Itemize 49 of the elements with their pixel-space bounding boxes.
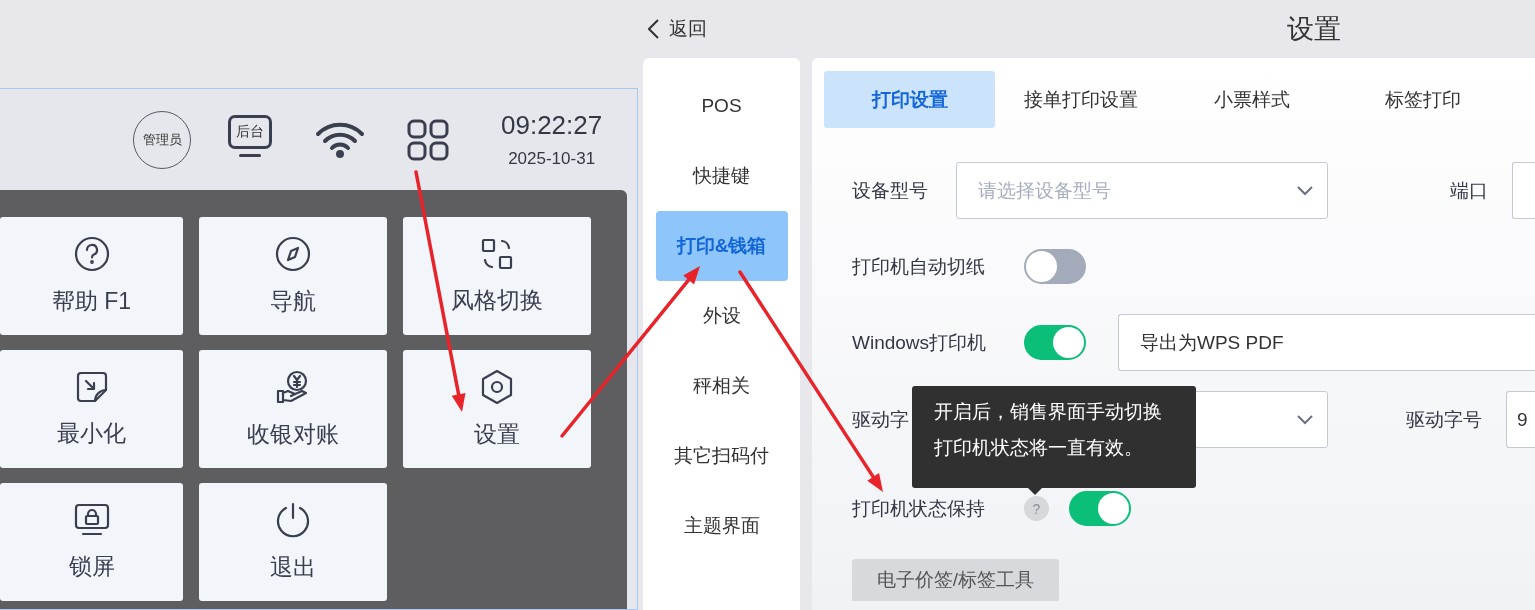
field-label: 端口 bbox=[1450, 178, 1489, 203]
nav-item[interactable]: 秤相关 bbox=[655, 351, 788, 421]
menu-tile[interactable]: 导航 bbox=[199, 217, 387, 335]
menu-tile[interactable]: 锁屏 bbox=[0, 483, 183, 601]
settings-icon bbox=[480, 368, 514, 405]
menu-tile[interactable]: 退出 bbox=[199, 483, 387, 601]
tooltip-pointer-icon bbox=[1028, 488, 1042, 495]
compass-icon bbox=[275, 235, 311, 272]
nav-item[interactable]: 主题界面 bbox=[655, 491, 788, 561]
toggle-switch[interactable] bbox=[1024, 325, 1086, 360]
apps-grid-icon[interactable] bbox=[407, 118, 449, 161]
menu-tile[interactable]: 帮助 F1 bbox=[0, 217, 183, 335]
field-label: 驱动字号 bbox=[1406, 407, 1483, 432]
wifi-icon[interactable] bbox=[315, 121, 365, 158]
clock-date: 2025-10-31 bbox=[508, 149, 596, 169]
lock-screen-icon bbox=[73, 502, 110, 537]
field-label: 驱动字 bbox=[852, 407, 909, 432]
nav-item[interactable]: POS bbox=[655, 71, 788, 141]
chevron-down-icon bbox=[1297, 414, 1313, 425]
power-icon bbox=[275, 501, 311, 538]
toggle-switch[interactable] bbox=[1069, 491, 1131, 526]
field-label: 设备型号 bbox=[852, 178, 929, 203]
nav-item[interactable]: 其它扫码付 bbox=[655, 421, 788, 491]
tooltip: 开启后，销售界面手动切换 打印机状态将一直有效。 bbox=[912, 386, 1196, 488]
page-title: 设置 bbox=[1287, 13, 1341, 46]
settings-tab[interactable]: 小票样式 bbox=[1166, 71, 1337, 128]
chevron-down-icon bbox=[1297, 185, 1313, 196]
menu-tile[interactable]: 风格切换 bbox=[403, 217, 591, 335]
swap-icon bbox=[480, 236, 514, 271]
toggle-switch[interactable] bbox=[1024, 249, 1086, 284]
help-icon bbox=[73, 235, 110, 272]
menu-tile[interactable]: 最小化 bbox=[0, 350, 183, 468]
menu-tile[interactable]: 设置 bbox=[403, 350, 591, 468]
settings-tab[interactable]: 打印设置 bbox=[824, 71, 995, 128]
clock-time: 09:22:27 bbox=[501, 110, 603, 141]
label-tool-button[interactable]: 电子价签/标签工具 bbox=[852, 559, 1059, 601]
menu-tile[interactable]: 收银对账 bbox=[199, 350, 387, 468]
settings-tab[interactable]: 接单打印设置 bbox=[995, 71, 1166, 128]
field-label: 打印机自动切纸 bbox=[852, 254, 986, 279]
chevron-left-icon bbox=[648, 19, 659, 39]
back-button[interactable]: 返回 bbox=[648, 16, 707, 42]
minimize-icon bbox=[74, 369, 109, 404]
font-size-field[interactable]: 9 bbox=[1506, 391, 1535, 448]
settings-tab[interactable]: 标签打印 bbox=[1337, 71, 1508, 128]
nav-item[interactable]: 快捷键 bbox=[655, 141, 788, 211]
field-label: Windows打印机 bbox=[852, 330, 988, 355]
printer-field[interactable]: 导出为WPS PDF bbox=[1118, 314, 1535, 371]
field-label: 打印机状态保持 bbox=[852, 496, 986, 521]
nav-item[interactable]: 外设 bbox=[655, 281, 788, 351]
